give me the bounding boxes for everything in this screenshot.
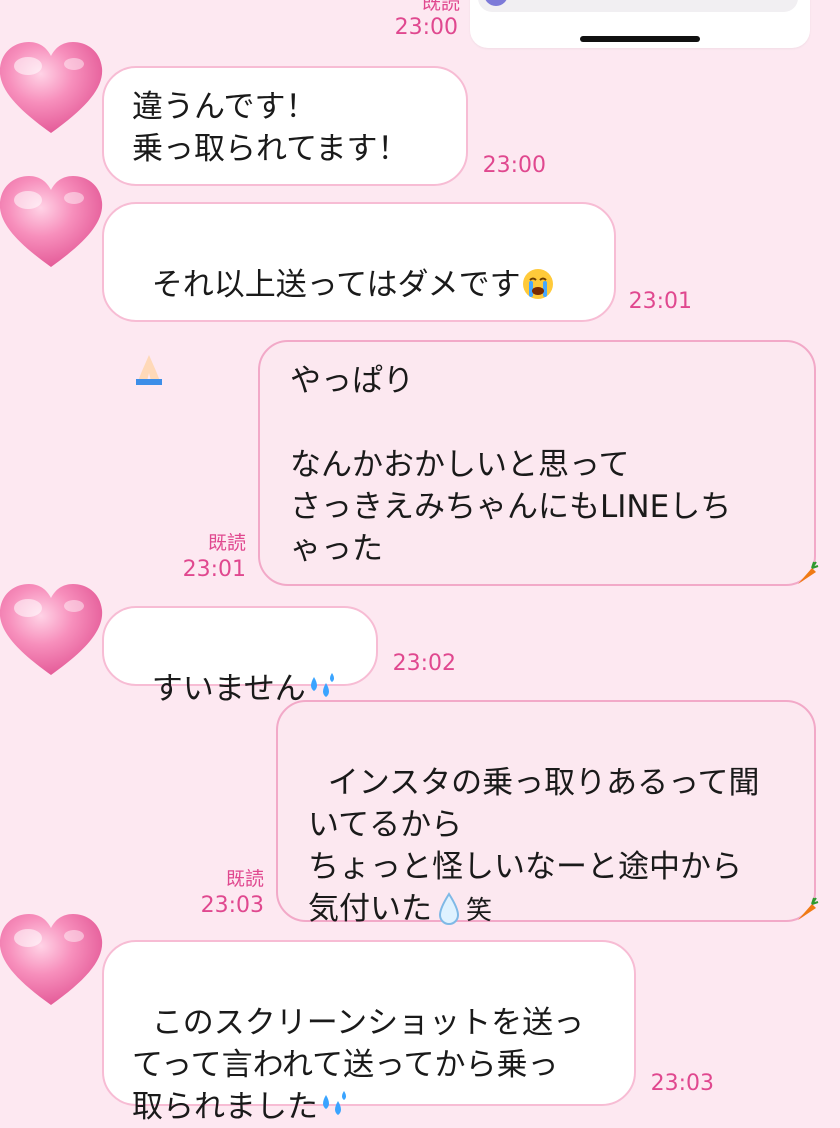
message-text: それ以上送ってはダメです — [151, 267, 521, 303]
message-text: このスクリーンショットを送っ てって言われて送ってから乗っ 取られました — [132, 1005, 585, 1125]
read-receipt: 既読 — [421, 0, 460, 14]
message-bubble-right[interactable]: インスタの乗っ取りあるって聞 いてるから ちょっと怪しいなーと途中から 気付いた… — [276, 700, 816, 927]
carrot-icon — [798, 561, 819, 584]
laugh-suffix: 笑 — [466, 896, 493, 926]
timestamp: 23:01 — [182, 557, 246, 582]
message-text: すいません — [151, 671, 306, 707]
timestamp: 23:03 — [200, 893, 264, 918]
home-indicator[interactable] — [580, 36, 700, 42]
message-bubble-left[interactable]: すいません — [102, 606, 378, 707]
message-bubble-left[interactable]: それ以上送ってはダメです — [102, 202, 616, 385]
message-bubble-left[interactable]: このスクリーンショットを送っ てって言われて送ってから乗っ 取られました — [102, 940, 636, 1125]
timestamp: 23:02 — [392, 651, 456, 676]
droplet-icon — [438, 892, 460, 925]
message-text: インスタの乗っ取りあるって聞 いてるから ちょっと怪しいなーと途中から 気付いた — [308, 765, 760, 927]
pink-heart-icon[interactable] — [0, 172, 106, 272]
read-receipt: 既読 — [207, 532, 246, 554]
timestamp: 23:01 — [628, 289, 692, 314]
read-receipt: 既読 — [225, 868, 264, 890]
pink-heart-icon[interactable] — [0, 38, 106, 138]
pink-heart-icon[interactable] — [0, 580, 106, 680]
previous-message-field — [478, 0, 798, 12]
timestamp: 23:00 — [482, 153, 546, 178]
message-bubble-right[interactable]: やっぱり なんかおかしいと思って さっきえみちゃんにもLINEしち ゃった — [258, 340, 816, 586]
timestamp: 23:03 — [650, 1071, 714, 1096]
sweat-droplets-icon — [323, 1091, 346, 1115]
message-bubble-left[interactable]: 違うんです！ 乗っ取られてます！ — [102, 66, 468, 186]
folded-hands-icon — [136, 355, 162, 385]
timestamp: 23:00 — [394, 15, 458, 40]
carrot-icon — [798, 897, 819, 920]
loudly-crying-face-icon — [522, 269, 553, 299]
pink-heart-icon[interactable] — [0, 910, 106, 1010]
